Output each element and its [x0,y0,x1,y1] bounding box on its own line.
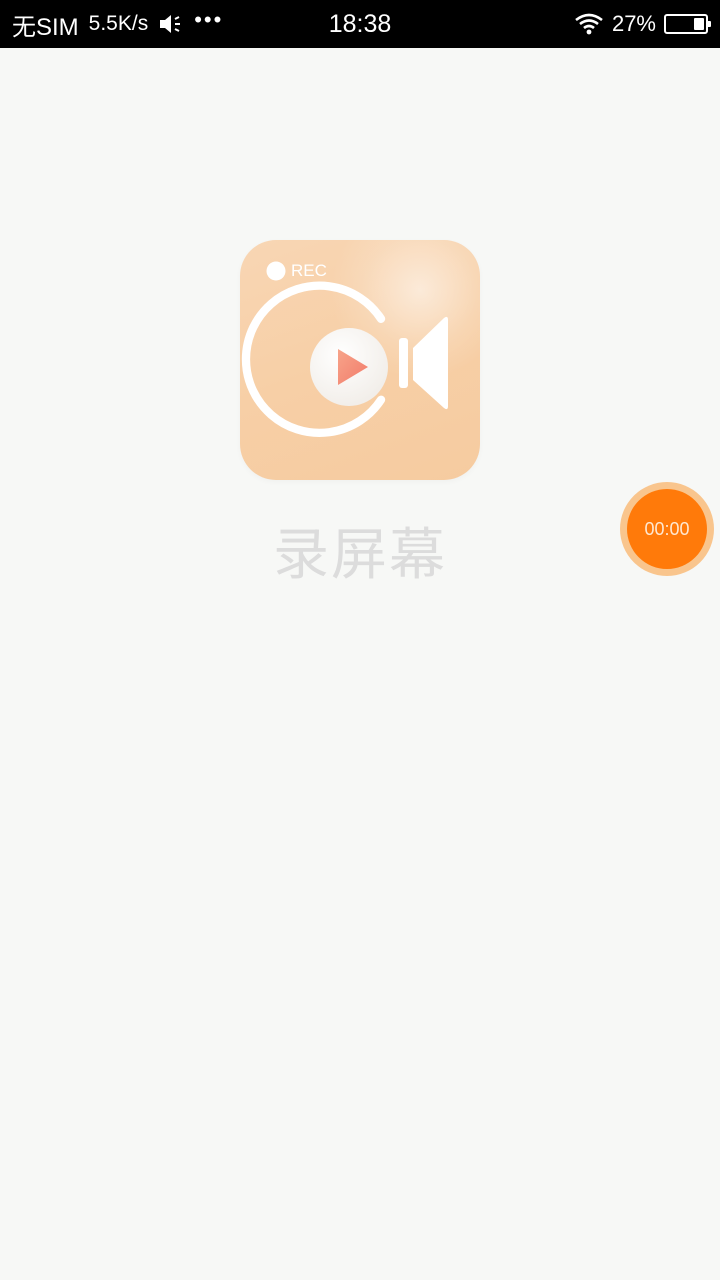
screen-recorder-app-icon: REC [240,240,480,480]
network-speed: 5.5K/s [88,12,149,35]
status-bar: 无SIM 5.5K/s ••• 18:38 27% [0,0,720,48]
status-bar-left: 无SIM 5.5K/s ••• [12,0,223,48]
timer-text: 00:00 [644,518,690,539]
floating-record-timer[interactable]: 00:00 [620,482,714,576]
floating-timer-inner: 00:00 [627,489,707,569]
battery-percent: 27% [611,11,656,36]
rec-badge-label: REC [291,261,327,280]
speaker-vibrate-icon [158,13,184,35]
carrier-label: 无SIM [12,13,79,41]
more-notifications-icon: ••• [194,7,224,32]
battery-icon [664,14,711,34]
app-name: 录屏幕 [273,523,447,588]
camera-bar [399,338,408,388]
rec-dot-icon [266,261,286,281]
camera-lens-icon [413,316,448,410]
splash-screen: 无SIM 5.5K/s ••• 18:38 27% REC 录屏幕 00:00 [0,0,720,1280]
status-bar-right: 27% [574,0,711,48]
wifi-icon [574,12,604,36]
recorder-illustration [241,261,448,437]
battery-fill [694,18,704,30]
